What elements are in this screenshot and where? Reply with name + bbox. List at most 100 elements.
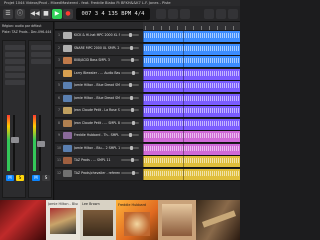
track-header[interactable]: 5 Jamie Hilton - Blue Dread SMPL 5 (55, 81, 143, 93)
track-volume-slider[interactable] (121, 33, 139, 37)
track-volume-slider[interactable] (121, 170, 139, 175)
audio-region[interactable] (143, 93, 183, 105)
track-name[interactable]: Jamie Hilton - Blue Dread SMPL 6 (74, 94, 120, 103)
audio-region[interactable] (183, 131, 240, 142)
audio-region[interactable] (183, 81, 240, 92)
list-button[interactable] (216, 9, 226, 19)
track-lane[interactable] (143, 81, 240, 93)
track-header[interactable]: 3 808/ACID Bass SMPL 3 (55, 56, 143, 68)
solo-button[interactable]: S (16, 175, 24, 181)
count-in-button[interactable] (180, 9, 190, 19)
volume-knob[interactable] (131, 58, 134, 62)
setting-slot[interactable] (31, 45, 51, 50)
track-inspector-label[interactable]: Piste: TAZ Prods - Dec-096-444 (2, 30, 52, 35)
empty-track-area[interactable] (55, 181, 240, 200)
volume-knob[interactable] (129, 83, 132, 87)
audio-region[interactable] (143, 143, 183, 155)
solo-button[interactable]: S (42, 175, 50, 181)
track-name[interactable]: KICK & HI-hat MPC 2000 XL SMPL 1 (74, 31, 120, 40)
mute-button[interactable]: M (6, 175, 14, 181)
audio-region[interactable] (183, 106, 240, 117)
audio-region[interactable] (183, 56, 240, 67)
volume-knob[interactable] (131, 158, 134, 162)
output-slot[interactable] (5, 80, 25, 85)
track-lane[interactable] (143, 43, 240, 56)
timeline-ruler[interactable] (143, 22, 240, 30)
plugin-slot[interactable] (31, 59, 51, 64)
setting-slot[interactable] (5, 45, 25, 50)
track-volume-slider[interactable] (121, 145, 139, 150)
track-header[interactable]: 8 Jean Claude Petit - ... SMPL 8 (55, 118, 143, 131)
volume-knob[interactable] (129, 133, 132, 137)
track-lane[interactable] (143, 106, 240, 118)
track-name[interactable]: SNARE MPC 2000 XL SMPL 2 (74, 44, 120, 53)
track-volume-slider[interactable] (121, 58, 139, 62)
volume-knob[interactable] (132, 170, 135, 175)
volume-knob[interactable] (130, 145, 133, 150)
play-button[interactable]: ▶ (52, 9, 62, 19)
eq-slot[interactable] (5, 52, 25, 57)
stop-button[interactable]: ■ (41, 9, 51, 19)
track-header[interactable]: 1 KICK & HI-hat MPC 2000 XL SMPL 1 (55, 31, 143, 43)
mute-button[interactable]: M (32, 175, 40, 181)
track-header[interactable]: 4 Larry Blewster - ... Audio Bass SMPL 4 (55, 68, 143, 81)
track-name[interactable]: TAZ Prods/chevalier - reference mix 444 (74, 169, 120, 178)
track-name[interactable]: TAZ Prods - ... SMPL 11 (74, 156, 120, 165)
volume-knob[interactable] (130, 95, 133, 100)
rewind-button[interactable]: ◀◀ (30, 9, 40, 19)
track-lane[interactable] (143, 31, 240, 43)
lcd-display[interactable]: 007 3 4 135 BPM 4/4 Cmaj (76, 8, 150, 29)
tuner-button[interactable] (168, 9, 178, 19)
audio-region[interactable] (183, 118, 240, 130)
track-name[interactable]: 808/ACID Bass SMPL 3 (74, 56, 120, 65)
audio-region[interactable] (143, 106, 183, 117)
audio-region[interactable] (183, 143, 240, 155)
audio-region[interactable] (143, 31, 183, 42)
track-name[interactable]: Freddie Hubbard - Th.. SMPL 9 (74, 131, 120, 140)
track-lane[interactable] (143, 93, 240, 106)
plugin-slot[interactable] (5, 66, 25, 71)
volume-fader[interactable] (37, 141, 45, 147)
audio-region[interactable] (183, 93, 240, 105)
track-lane[interactable] (143, 168, 240, 181)
audio-region[interactable] (183, 43, 240, 55)
audio-region[interactable] (143, 131, 183, 142)
audio-region[interactable] (143, 168, 183, 180)
audio-region[interactable] (143, 156, 183, 167)
track-volume-slider[interactable] (121, 70, 139, 75)
track-header[interactable]: 12 TAZ Prods/chevalier - reference mix 44… (55, 168, 143, 181)
track-name[interactable]: Jamie Hilton - Blu... 2 SMPL 10 (74, 144, 120, 153)
track-header[interactable]: 9 Freddie Hubbard - Th.. SMPL 9 (55, 131, 143, 143)
track-lane[interactable] (143, 156, 240, 168)
track-volume-slider[interactable] (121, 108, 139, 112)
volume-knob[interactable] (129, 33, 132, 37)
volume-fader[interactable] (11, 137, 19, 143)
audio-region[interactable] (143, 118, 183, 130)
editors-button[interactable] (204, 9, 214, 19)
audio-region[interactable] (143, 56, 183, 67)
track-lane[interactable] (143, 131, 240, 143)
audio-region[interactable] (143, 81, 183, 92)
input-slot[interactable] (5, 59, 25, 64)
track-volume-slider[interactable] (121, 95, 139, 100)
track-name[interactable]: Jean Claude Petit - ... SMPL 8 (74, 119, 120, 128)
track-header[interactable]: 2 SNARE MPC 2000 XL SMPL 2 (55, 43, 143, 56)
library-button[interactable]: ☰ (3, 9, 13, 19)
audio-region[interactable] (183, 156, 240, 167)
track-header[interactable]: 7 Jean Claude Petit - La Rose SMPL 7 (55, 106, 143, 118)
track-lane[interactable] (143, 68, 240, 81)
audio-region[interactable] (183, 68, 240, 80)
track-volume-slider[interactable] (121, 120, 139, 125)
audio-region[interactable] (143, 43, 183, 55)
audio-region[interactable] (183, 168, 240, 180)
track-lane[interactable] (143, 56, 240, 68)
track-name[interactable]: Larry Blewster - ... Audio Bass SMPL 4 (74, 69, 120, 78)
audio-region[interactable] (143, 68, 183, 80)
volume-knob[interactable] (132, 70, 135, 75)
track-header[interactable]: 11 TAZ Prods - ... SMPL 11 (55, 156, 143, 168)
audio-region[interactable] (183, 31, 240, 42)
browser-button[interactable] (228, 9, 238, 19)
eq-slot[interactable] (31, 52, 51, 57)
track-header[interactable]: 6 Jamie Hilton - Blue Dread SMPL 6 (55, 93, 143, 106)
track-lane[interactable] (143, 143, 240, 156)
